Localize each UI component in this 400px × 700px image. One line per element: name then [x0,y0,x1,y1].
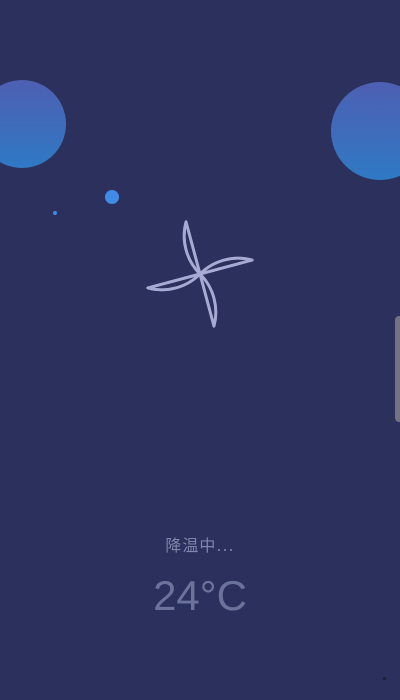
decorative-bubble-left [0,80,66,168]
ac-control-screen: 降温中... 24°C [0,0,400,700]
corner-dot [383,677,386,680]
status-text: 降温中... [165,536,235,555]
decorative-dot-small [53,211,57,215]
decorative-bubble-right [331,82,400,180]
pinwheel-fan-icon[interactable] [144,218,256,330]
decorative-dot-medium [105,190,119,204]
temperature-display: 24°C [153,572,247,619]
side-drawer-handle[interactable] [395,316,400,422]
